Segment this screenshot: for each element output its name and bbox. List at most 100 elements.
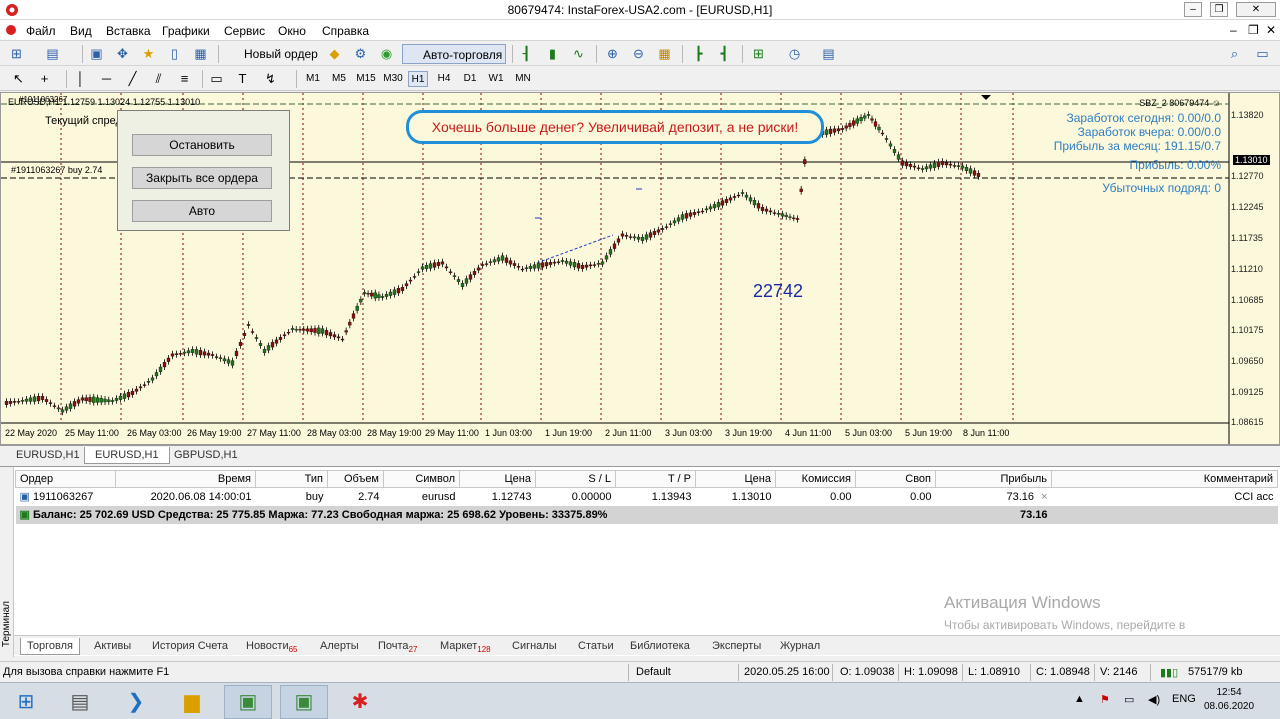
metaeditor-icon[interactable]: ◆	[326, 46, 343, 62]
tab-journal[interactable]: Журнал	[780, 638, 820, 655]
tf-d1[interactable]: D1	[460, 71, 480, 87]
chart-tab-active[interactable]: EURUSD,H1	[84, 447, 170, 464]
tf-m30[interactable]: M30	[380, 71, 406, 87]
terminal-app-icon[interactable]: ▣	[224, 685, 272, 719]
chart-shift-icon[interactable]: ┫	[716, 46, 733, 62]
zoom-in-icon[interactable]: ⊕	[604, 46, 621, 62]
channel-icon[interactable]: ⫽	[150, 71, 167, 87]
menu-help[interactable]: Справка	[322, 24, 369, 38]
tile-windows-icon[interactable]: ▦	[656, 46, 673, 62]
auto-trading-button[interactable]: Авто-торговля	[402, 44, 506, 64]
col-type[interactable]: Тип	[255, 470, 328, 488]
clock[interactable]: 12:54 08.06.2020	[1196, 686, 1262, 714]
tab-exposure[interactable]: Активы	[94, 638, 131, 655]
data-window-icon[interactable]: ✥	[114, 46, 131, 62]
doc-restore-button[interactable]: ❐	[1248, 23, 1259, 37]
fibonacci-icon[interactable]: ≡	[176, 71, 193, 87]
autoscroll-icon[interactable]: ┣	[690, 46, 707, 62]
bar-chart-icon[interactable]: ┨	[518, 46, 535, 62]
arrows-icon[interactable]: ↯	[262, 71, 279, 87]
new-order-button[interactable]: Новый ордер	[224, 44, 318, 64]
col-time[interactable]: Время	[115, 470, 256, 488]
tf-h4[interactable]: H4	[434, 71, 454, 87]
menu-window[interactable]: Окно	[278, 24, 306, 38]
text-icon[interactable]: T	[234, 71, 251, 87]
col-volume[interactable]: Объем	[327, 470, 384, 488]
doc-close-button[interactable]: ✕	[1266, 23, 1276, 37]
line-chart-icon[interactable]: ∿	[570, 46, 587, 62]
menu-charts[interactable]: Графики	[162, 24, 210, 38]
doc-minimize-button[interactable]: –	[1230, 23, 1237, 37]
col-tp[interactable]: T / P	[615, 470, 696, 488]
trendline-icon[interactable]: ╱	[124, 71, 141, 87]
tf-w1[interactable]: W1	[486, 71, 506, 87]
tab-account-history[interactable]: История Счета	[152, 638, 228, 655]
terminal-app-icon-2[interactable]: ▣	[280, 685, 328, 719]
strategy-tester-icon[interactable]: ▦	[192, 46, 209, 62]
signals-icon[interactable]: ◉	[378, 46, 395, 62]
volume-icon[interactable]: ◀)	[1148, 693, 1160, 706]
crosshair-icon[interactable]: +	[36, 71, 53, 87]
candlestick-icon[interactable]: ▮	[544, 46, 561, 62]
server-manager-icon[interactable]: ▤	[56, 685, 104, 719]
chart-tab[interactable]: GBPUSD,H1	[164, 447, 248, 464]
language-indicator[interactable]: ENG	[1172, 693, 1196, 705]
zoom-out-icon[interactable]: ⊖	[630, 46, 647, 62]
new-chart-icon[interactable]: ⊞	[8, 46, 25, 62]
file-explorer-icon[interactable]: ▆	[168, 685, 216, 719]
order-line-label[interactable]: #1911063267 buy 2.74	[11, 165, 102, 175]
menu-tools[interactable]: Сервис	[224, 24, 265, 38]
menu-insert[interactable]: Вставка	[106, 24, 151, 38]
col-profit[interactable]: Прибыль	[935, 470, 1052, 488]
label-icon[interactable]: ▭	[208, 71, 225, 87]
horizontal-line-icon[interactable]: ─	[98, 71, 115, 87]
tab-experts[interactable]: Эксперты	[712, 638, 761, 655]
tab-market[interactable]: Маркет128	[440, 638, 491, 655]
col-current-price[interactable]: Цена	[695, 470, 776, 488]
terminal-icon[interactable]: ▯	[166, 46, 183, 62]
tf-h1[interactable]: H1	[408, 71, 428, 87]
col-price[interactable]: Цена	[459, 470, 536, 488]
start-button[interactable]: ⊞	[2, 685, 50, 719]
tab-library[interactable]: Библиотека	[630, 638, 690, 655]
tab-articles[interactable]: Статьи	[578, 638, 614, 655]
notification-icon[interactable]: ▭	[1124, 693, 1134, 706]
navigator-icon[interactable]: ★	[140, 46, 157, 62]
profiles-icon[interactable]: ▤	[44, 46, 61, 62]
tab-news[interactable]: Новости65	[246, 638, 298, 655]
indicators-icon[interactable]: ⊞	[750, 46, 767, 62]
profile-name[interactable]: Default	[636, 666, 671, 678]
vertical-line-icon[interactable]: │	[72, 71, 89, 87]
tf-mn[interactable]: MN	[512, 71, 534, 87]
menu-file[interactable]: Файл	[26, 24, 56, 38]
templates-icon[interactable]: ▤	[820, 46, 837, 62]
col-order[interactable]: Ордер	[15, 470, 116, 488]
tab-alerts[interactable]: Алерты	[320, 638, 359, 655]
search-icon[interactable]: ⌕	[1226, 46, 1243, 62]
network-icon[interactable]: ⚑	[1100, 693, 1110, 706]
tf-m1[interactable]: M1	[302, 71, 324, 87]
col-commission[interactable]: Комиссия	[775, 470, 856, 488]
chat-icon[interactable]: ▭	[1254, 46, 1271, 62]
cursor-icon[interactable]: ↖	[10, 71, 27, 87]
table-row[interactable]: ▣ 1911063267 2020.06.08 14:00:01 buy 2.7…	[16, 488, 1278, 506]
maximize-button[interactable]: ❐	[1210, 2, 1228, 17]
tab-signals[interactable]: Сигналы	[512, 638, 557, 655]
stop-button[interactable]: Остановить	[132, 134, 272, 156]
close-order-icon[interactable]: ×	[1041, 491, 1047, 503]
tf-m15[interactable]: M15	[353, 71, 379, 87]
auto-button[interactable]: Авто	[132, 200, 272, 222]
col-symbol[interactable]: Символ	[383, 470, 460, 488]
instaforex-icon[interactable]: ✱	[336, 685, 384, 719]
market-watch-icon[interactable]: ▣	[88, 46, 105, 62]
chart-tab[interactable]: EURUSD,H1	[6, 447, 90, 464]
periods-icon[interactable]: ◷	[786, 46, 803, 62]
menu-view[interactable]: Вид	[70, 24, 92, 38]
tab-trade[interactable]: Торговля	[20, 638, 80, 655]
tf-m5[interactable]: M5	[328, 71, 350, 87]
close-all-orders-button[interactable]: Закрыть все ордера	[132, 167, 272, 189]
col-sl[interactable]: S / L	[535, 470, 616, 488]
col-swap[interactable]: Своп	[855, 470, 936, 488]
close-button[interactable]: ✕	[1236, 2, 1276, 17]
tray-chevron-icon[interactable]: ▲	[1074, 693, 1085, 705]
